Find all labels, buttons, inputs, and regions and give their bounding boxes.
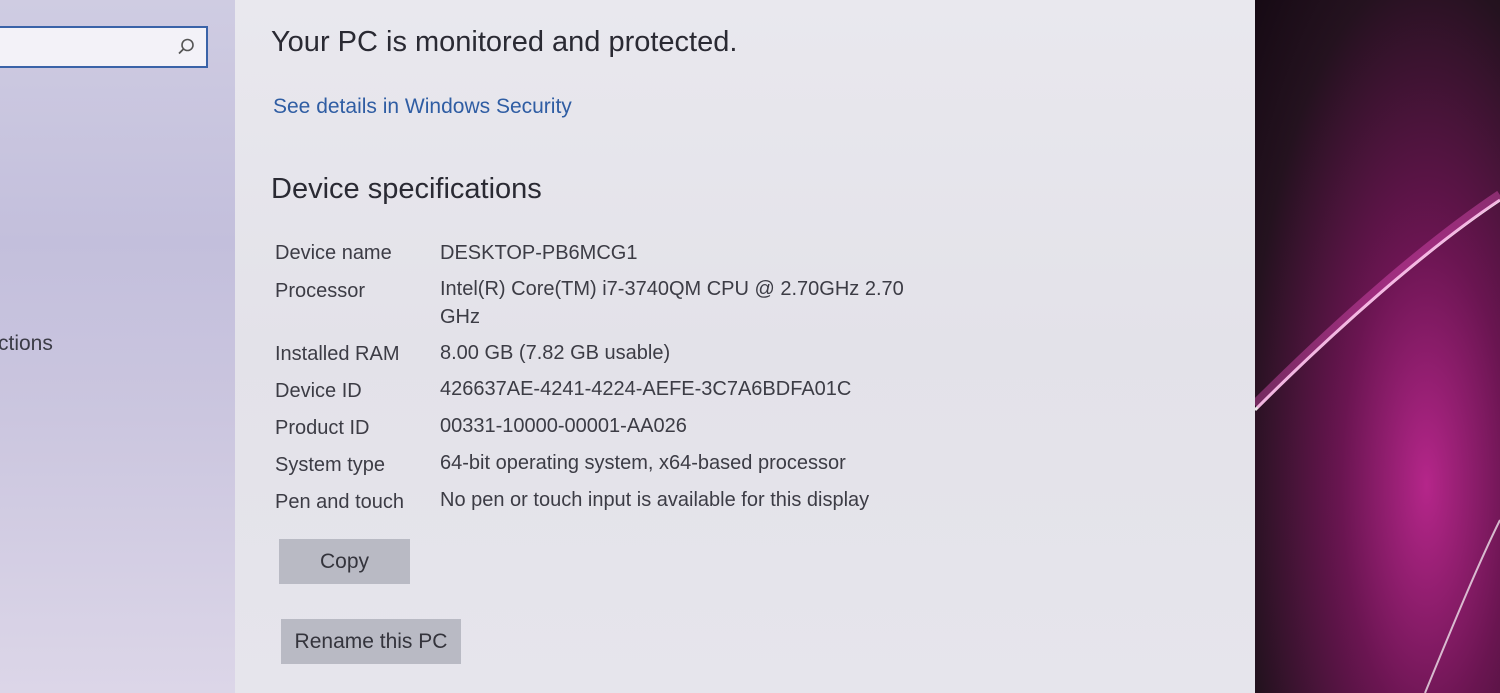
security-status-text: Your PC is monitored and protected. bbox=[271, 26, 738, 58]
spec-value-pen-and-touch: No pen or touch input is available for t… bbox=[440, 489, 870, 511]
spec-label-processor: Processor bbox=[275, 280, 366, 302]
desktop-wallpaper bbox=[1255, 0, 1500, 693]
spec-label-system-type: System type bbox=[275, 454, 386, 476]
spec-value-product-id: 00331-10000-00001-AA026 bbox=[440, 415, 687, 437]
spec-value-device-id: 426637AE-4241-4224-AEFE-3C7A6BDFA01C bbox=[440, 378, 852, 400]
spec-value-installed-ram: 8.00 GB (7.82 GB usable) bbox=[440, 342, 671, 364]
spec-label-product-id: Product ID bbox=[275, 417, 370, 439]
about-page: Your PC is monitored and protected. See … bbox=[235, 0, 1255, 693]
neon-streak-graphic bbox=[1255, 190, 1500, 693]
spec-label-device-id: Device ID bbox=[275, 380, 362, 402]
spec-value-processor: Intel(R) Core(TM) i7-3740QM CPU @ 2.70GH… bbox=[440, 278, 904, 328]
copy-button[interactable]: Copy bbox=[279, 539, 410, 584]
spec-label-installed-ram: Installed RAM bbox=[275, 343, 400, 365]
rename-pc-button[interactable]: Rename this PC bbox=[281, 619, 461, 664]
spec-value-device-name: DESKTOP-PB6MCG1 bbox=[440, 242, 638, 264]
device-specifications-heading: Device specifications bbox=[271, 173, 542, 205]
spec-value-system-type: 64-bit operating system, x64-based proce… bbox=[440, 452, 846, 474]
sidebar-item-partial[interactable]: ctions bbox=[0, 332, 53, 356]
search-icon[interactable] bbox=[176, 37, 196, 57]
settings-sidebar: ctions bbox=[0, 0, 245, 693]
windows-security-link[interactable]: See details in Windows Security bbox=[273, 95, 572, 119]
spec-label-device-name: Device name bbox=[275, 242, 392, 264]
search-input[interactable] bbox=[0, 26, 208, 68]
spec-label-pen-and-touch: Pen and touch bbox=[275, 491, 404, 513]
